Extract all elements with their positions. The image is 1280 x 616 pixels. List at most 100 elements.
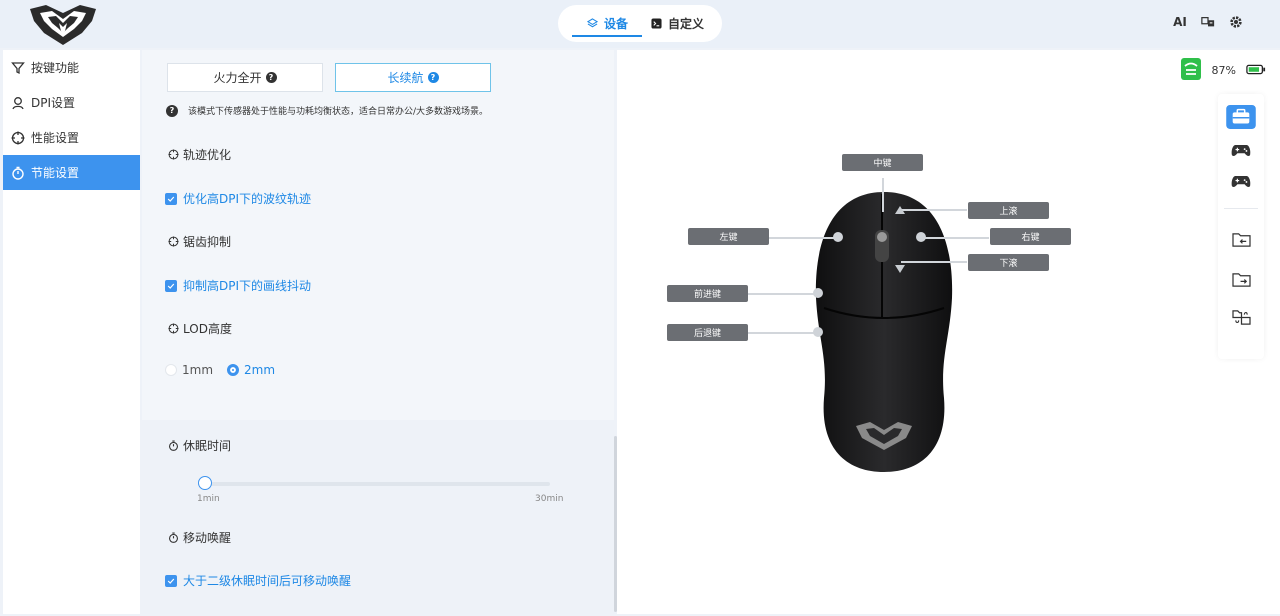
jitter-title-text: 锯齿抑制 <box>183 235 232 249</box>
mouse-image <box>812 188 957 475</box>
connector-line <box>901 261 967 263</box>
radio-selected-icon[interactable] <box>227 364 240 376</box>
lod-option-label: 2mm <box>244 363 276 377</box>
gamepad-alt-icon[interactable] <box>1226 168 1256 194</box>
mode-description: ? 该模式下传感器处于性能与功耗均衡状态，适合日常办公/大多数游戏场景。 <box>166 104 488 117</box>
sleep-title: 休眠时间 <box>168 437 231 454</box>
battery-icon <box>1246 64 1266 78</box>
sidebar-item-dpi[interactable]: DPI设置 <box>3 85 140 120</box>
right-button-label[interactable]: 右键 <box>990 228 1071 245</box>
sidebar-item-label: 性能设置 <box>31 131 80 145</box>
trajectory-title: 轨迹优化 <box>168 146 231 163</box>
info-icon: ? <box>166 104 178 117</box>
connector-line <box>748 332 816 334</box>
toolbox-icon[interactable] <box>1226 104 1256 130</box>
trajectory-title-text: 轨迹优化 <box>183 148 232 162</box>
sidebar-item-power-saving[interactable]: 节能设置 <box>3 155 140 190</box>
help-icon[interactable]: ? <box>427 72 439 83</box>
stopwatch-icon <box>12 166 24 180</box>
wireless-icon <box>1180 57 1202 84</box>
sidebar-item-label: 按键功能 <box>31 61 80 75</box>
sleep-title-text: 休眠时间 <box>183 439 232 453</box>
sidebar-item-label: DPI设置 <box>31 96 76 110</box>
brand-logo <box>26 3 100 47</box>
trajectory-checkbox[interactable]: 优化高DPI下的波纹轨迹 <box>165 190 311 207</box>
forward-button-label[interactable]: 前进键 <box>667 285 748 302</box>
power-settings-panel: 火力全开 ? 长续航 ? ? 该模式下传感器处于性能与功耗均衡状态，适合日常办公… <box>142 50 617 614</box>
ai-icon[interactable]: AI <box>1172 14 1188 30</box>
wake-title: 移动唤醒 <box>168 529 231 546</box>
lod-title: LOD高度 <box>168 320 232 337</box>
middle-button-label[interactable]: 中键 <box>842 154 923 171</box>
wake-checkbox-label: 大于二级休眠时间后可移动唤醒 <box>183 574 352 588</box>
device-view: 87% 中键 上滚 左键 右键 下滚 前进键 后退键 <box>617 50 1280 614</box>
scroll-up-label[interactable]: 上滚 <box>968 202 1049 219</box>
jitter-checkbox-label: 抑制高DPI下的画线抖动 <box>183 279 312 293</box>
crosshair-icon <box>168 236 179 247</box>
translate-icon[interactable] <box>1200 14 1216 30</box>
crosshair-icon <box>168 149 179 160</box>
sleep-time-slider[interactable] <box>198 476 550 490</box>
scroll-down-label[interactable]: 下滚 <box>968 254 1049 271</box>
sidebar: 按键功能 DPI设置 性能设置 节能设置 <box>3 50 140 614</box>
checkmark-icon[interactable] <box>165 574 177 587</box>
sleep-min-label: 1min <box>197 494 220 504</box>
battery-percent: 87% <box>1211 64 1236 77</box>
mode-long-battery-button[interactable]: 长续航 ? <box>335 63 491 92</box>
gear-icon[interactable] <box>1228 14 1244 30</box>
back-button-dot <box>813 327 823 337</box>
left-button-label[interactable]: 左键 <box>688 228 769 245</box>
back-button-label[interactable]: 后退键 <box>667 324 748 341</box>
folder-sync-icon[interactable] <box>1226 304 1256 330</box>
lod-radio-group: 1mm 2mm <box>165 363 275 377</box>
mode-full-power-button[interactable]: 火力全开 ? <box>167 63 323 92</box>
wake-checkbox[interactable]: 大于二级休眠时间后可移动唤醒 <box>165 572 351 589</box>
main-tabs: 设备 自定义 <box>558 5 722 42</box>
tab-device[interactable]: 设备 <box>571 5 643 42</box>
tab-device-label: 设备 <box>604 17 629 31</box>
terminal-icon <box>650 18 662 30</box>
checkmark-icon[interactable] <box>165 192 177 205</box>
mode-full-power-label: 火力全开 <box>213 71 262 85</box>
checkmark-icon[interactable] <box>165 279 177 292</box>
divider <box>1224 208 1258 209</box>
lod-option-2mm[interactable]: 2mm <box>227 363 275 377</box>
tool-strip <box>1218 94 1264 359</box>
jitter-title: 锯齿抑制 <box>168 233 231 250</box>
trajectory-checkbox-label: 优化高DPI下的波纹轨迹 <box>183 192 312 206</box>
sidebar-item-key-function[interactable]: 按键功能 <box>3 50 140 85</box>
connector-line <box>923 237 989 239</box>
gamepad-icon[interactable] <box>1226 137 1256 163</box>
tab-custom-label: 自定义 <box>668 17 705 31</box>
right-button-dot <box>916 232 926 242</box>
sidebar-item-label: 节能设置 <box>31 166 80 180</box>
top-actions: AI <box>1172 14 1244 30</box>
arrow-up-icon <box>895 203 905 217</box>
help-icon[interactable]: ? <box>265 72 277 83</box>
status-area: 87% <box>1180 57 1266 84</box>
jitter-checkbox[interactable]: 抑制高DPI下的画线抖动 <box>165 277 311 294</box>
wake-title-text: 移动唤醒 <box>183 531 232 545</box>
mode-description-text: 该模式下传感器处于性能与功耗均衡状态，适合日常办公/大多数游戏场景。 <box>188 107 489 117</box>
folder-import-icon[interactable] <box>1226 226 1256 252</box>
top-bar: 设备 自定义 AI <box>0 0 1280 48</box>
connector-line <box>882 178 884 212</box>
arrow-down-icon <box>895 262 905 276</box>
connector-line <box>748 293 816 295</box>
lod-option-label: 1mm <box>182 363 214 377</box>
forward-button-dot <box>813 288 823 298</box>
layers-icon <box>586 18 598 30</box>
stopwatch-icon <box>169 532 178 543</box>
sidebar-item-performance[interactable]: 性能设置 <box>3 120 140 155</box>
folder-export-icon[interactable] <box>1226 266 1256 292</box>
lod-option-1mm[interactable]: 1mm <box>165 363 213 377</box>
connector-line <box>901 209 967 211</box>
connector-line <box>769 237 837 239</box>
filter-icon <box>11 61 25 74</box>
sleep-max-label: 30min <box>535 494 564 504</box>
radio-icon[interactable] <box>165 364 177 376</box>
tab-custom[interactable]: 自定义 <box>650 5 704 42</box>
lod-title-text: LOD高度 <box>183 322 232 336</box>
sleep-slider-handle[interactable] <box>198 476 212 490</box>
stopwatch-icon <box>169 440 178 451</box>
